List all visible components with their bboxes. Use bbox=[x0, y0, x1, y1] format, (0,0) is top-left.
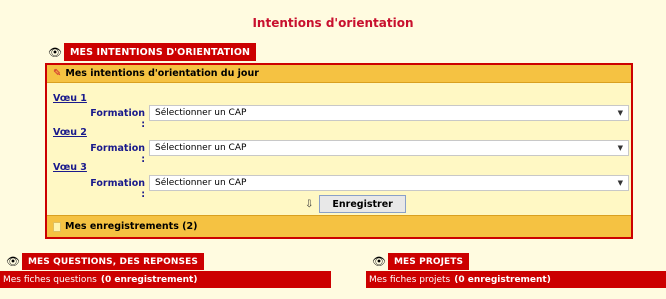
questions-bar-count: (0 enregistrement) bbox=[100, 274, 198, 285]
tab-questions[interactable]: 👁 MES QUESTIONS, DES REPONSES bbox=[4, 253, 204, 270]
eye-icon: 👁 bbox=[372, 255, 386, 268]
voeu-3-formation-label: Formation : bbox=[90, 178, 145, 200]
page: Intentions d'orientation 👁 MES INTENTION… bbox=[0, 0, 666, 299]
projets-bar-text: Mes fiches projets bbox=[369, 274, 451, 285]
intentions-panel: ✎ Mes intentions d'orientation du jour V… bbox=[45, 63, 633, 239]
voeu-1-title[interactable]: Vœu 1 bbox=[53, 93, 87, 104]
folder-icon bbox=[53, 221, 61, 232]
eye-icon: 👁 bbox=[6, 255, 20, 268]
records-footer-label: Mes enregistrements (2) bbox=[65, 221, 198, 232]
voeu-1-selected-value: Sélectionner un CAP bbox=[155, 108, 247, 118]
voeu-3-formation-select[interactable]: Sélectionner un CAP ▼ bbox=[149, 175, 629, 191]
page-title: Intentions d'orientation bbox=[252, 16, 414, 30]
questions-bar[interactable]: Mes fiches questions (0 enregistrement) bbox=[0, 271, 331, 288]
eye-icon: 👁 bbox=[48, 45, 62, 59]
projets-bar[interactable]: Mes fiches projets (0 enregistrement) bbox=[366, 271, 666, 288]
tab-projets-label: MES PROJETS bbox=[388, 253, 470, 270]
save-button[interactable]: Enregistrer bbox=[319, 195, 406, 213]
projets-bar-count: (0 enregistrement) bbox=[454, 274, 551, 285]
tab-projets[interactable]: 👁 MES PROJETS bbox=[370, 253, 470, 270]
records-footer[interactable]: Mes enregistrements (2) bbox=[47, 215, 631, 237]
voeu-3-title[interactable]: Vœu 3 bbox=[53, 162, 87, 173]
voeu-1-formation-label: Formation : bbox=[90, 108, 145, 130]
voeu-3-selected-value: Sélectionner un CAP bbox=[155, 178, 247, 188]
tab-intentions-label: MES INTENTIONS D'ORIENTATION bbox=[64, 43, 257, 61]
panel-header-label: Mes intentions d'orientation du jour bbox=[65, 68, 259, 79]
tab-questions-label: MES QUESTIONS, DES REPONSES bbox=[22, 253, 204, 270]
questions-bar-text: Mes fiches questions bbox=[3, 274, 97, 285]
down-arrow-icon: ⇩ bbox=[305, 198, 314, 210]
voeu-2-formation-label: Formation : bbox=[90, 143, 145, 165]
chevron-down-icon: ▼ bbox=[617, 144, 623, 152]
voeu-2-formation-select[interactable]: Sélectionner un CAP ▼ bbox=[149, 140, 629, 156]
voeu-1-formation-select[interactable]: Sélectionner un CAP ▼ bbox=[149, 105, 629, 121]
save-area: ⇩ Enregistrer bbox=[305, 195, 406, 213]
panel-header: ✎ Mes intentions d'orientation du jour bbox=[47, 65, 631, 83]
pencil-icon: ✎ bbox=[53, 68, 62, 79]
tab-intentions[interactable]: 👁 MES INTENTIONS D'ORIENTATION bbox=[46, 43, 257, 61]
voeu-2-title[interactable]: Vœu 2 bbox=[53, 127, 87, 138]
voeu-2-selected-value: Sélectionner un CAP bbox=[155, 143, 247, 153]
chevron-down-icon: ▼ bbox=[617, 179, 623, 187]
chevron-down-icon: ▼ bbox=[617, 109, 623, 117]
